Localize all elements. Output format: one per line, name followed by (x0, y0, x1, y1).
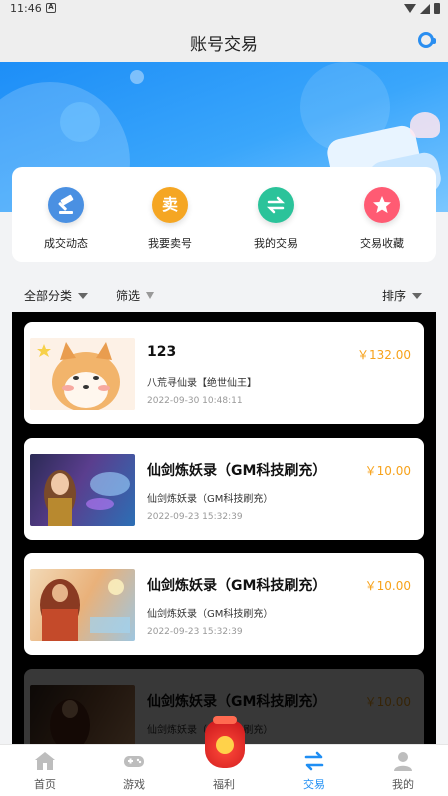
funnel-icon (146, 292, 155, 299)
filter-bar: 全部分类 筛选 排序 (0, 284, 448, 306)
listing-list[interactable]: 123 ￥132.00 八荒寻仙录【绝世仙王】 2022-09-30 10:48… (12, 312, 436, 744)
category-dropdown[interactable]: 全部分类 (24, 287, 89, 304)
home-icon (34, 751, 56, 771)
status-bar: 11:46 A (0, 0, 448, 18)
exchange-arrows-icon (303, 751, 325, 771)
tab-home[interactable]: 首页 (0, 745, 90, 796)
filter-button[interactable]: 筛选 (116, 287, 155, 304)
listing-card[interactable]: 仙剑炼妖录（GM科技刷充） ￥10.00 仙剑炼妖录（GM科技刷充） 2022-… (24, 438, 424, 540)
listing-thumbnail (30, 338, 135, 410)
tab-games[interactable]: 游戏 (89, 745, 179, 796)
sort-label: 排序 (382, 289, 407, 303)
tab-label: 交易 (303, 778, 325, 791)
listing-thumbnail (30, 454, 135, 526)
star-icon (364, 187, 400, 223)
page-title: 账号交易 (190, 35, 258, 55)
listing-date: 2022-09-30 10:48:11 (147, 396, 243, 406)
gamepad-icon (123, 751, 145, 771)
quick-action-sell[interactable]: 卖 我要卖号 (120, 187, 220, 251)
listing-server: 仙剑炼妖录（GM科技刷充） (147, 609, 274, 620)
quick-action-label: 交易收藏 (360, 237, 404, 250)
quick-action-deals[interactable]: 成交动态 (16, 187, 116, 251)
customer-service-icon[interactable] (418, 32, 436, 48)
battery-icon (434, 3, 440, 14)
tab-label: 首页 (34, 778, 56, 791)
title-bar: 账号交易 (0, 18, 448, 62)
signal-icon (420, 3, 430, 14)
listing-card[interactable]: 仙剑炼妖录（GM科技刷充） ￥10.00 仙剑炼妖录（GM科技刷充） 2022-… (24, 553, 424, 655)
sort-dropdown[interactable]: 排序 (382, 287, 423, 304)
profile-icon (392, 751, 414, 771)
listing-price: ￥132.00 (357, 348, 411, 362)
listing-server: 仙剑炼妖录（GM科技刷充） (147, 494, 274, 505)
listing-price: ￥10.00 (364, 464, 411, 478)
gavel-icon (48, 187, 84, 223)
quick-action-label: 我要卖号 (148, 237, 192, 250)
status-time: 11:46 (10, 2, 42, 15)
listing-server: 八荒寻仙录【绝世仙王】 (147, 378, 257, 389)
quick-action-favorites[interactable]: 交易收藏 (332, 187, 432, 251)
quick-action-my-trades[interactable]: 我的交易 (226, 187, 326, 251)
tab-label: 游戏 (123, 778, 145, 791)
status-indicators (404, 3, 440, 14)
listing-title: 仙剑炼妖录（GM科技刷充） (147, 578, 327, 594)
listing-thumbnail (30, 569, 135, 641)
quick-action-label: 成交动态 (44, 237, 88, 250)
wifi-icon (404, 4, 416, 13)
listing-title: 仙剑炼妖录（GM科技刷充） (147, 694, 327, 710)
exchange-icon (258, 187, 294, 223)
sell-icon: 卖 (152, 187, 188, 223)
welfare-bag-icon[interactable] (205, 716, 245, 768)
chevron-down-icon (78, 292, 89, 299)
notification-a-icon: A (46, 3, 56, 13)
tab-label: 我的 (392, 778, 414, 791)
tab-profile[interactable]: 我的 (358, 745, 448, 796)
listing-price: ￥10.00 (364, 695, 411, 709)
listing-title: 123 (147, 344, 177, 360)
quick-action-label: 我的交易 (254, 237, 298, 250)
category-label: 全部分类 (24, 289, 73, 303)
listing-date: 2022-09-23 15:32:39 (147, 627, 243, 637)
listing-title: 仙剑炼妖录（GM科技刷充） (147, 463, 327, 479)
tab-label: 福利 (213, 778, 235, 791)
chevron-down-icon (412, 292, 423, 299)
listing-card[interactable]: 123 ￥132.00 八荒寻仙录【绝世仙王】 2022-09-30 10:48… (24, 322, 424, 424)
listing-thumbnail (30, 685, 135, 744)
tab-trade[interactable]: 交易 (269, 745, 359, 796)
listing-date: 2022-09-23 15:32:39 (147, 512, 243, 522)
filter-label: 筛选 (116, 289, 141, 303)
quick-actions-panel: 成交动态 卖 我要卖号 我的交易 交易收藏 (12, 167, 436, 262)
listing-price: ￥10.00 (364, 579, 411, 593)
